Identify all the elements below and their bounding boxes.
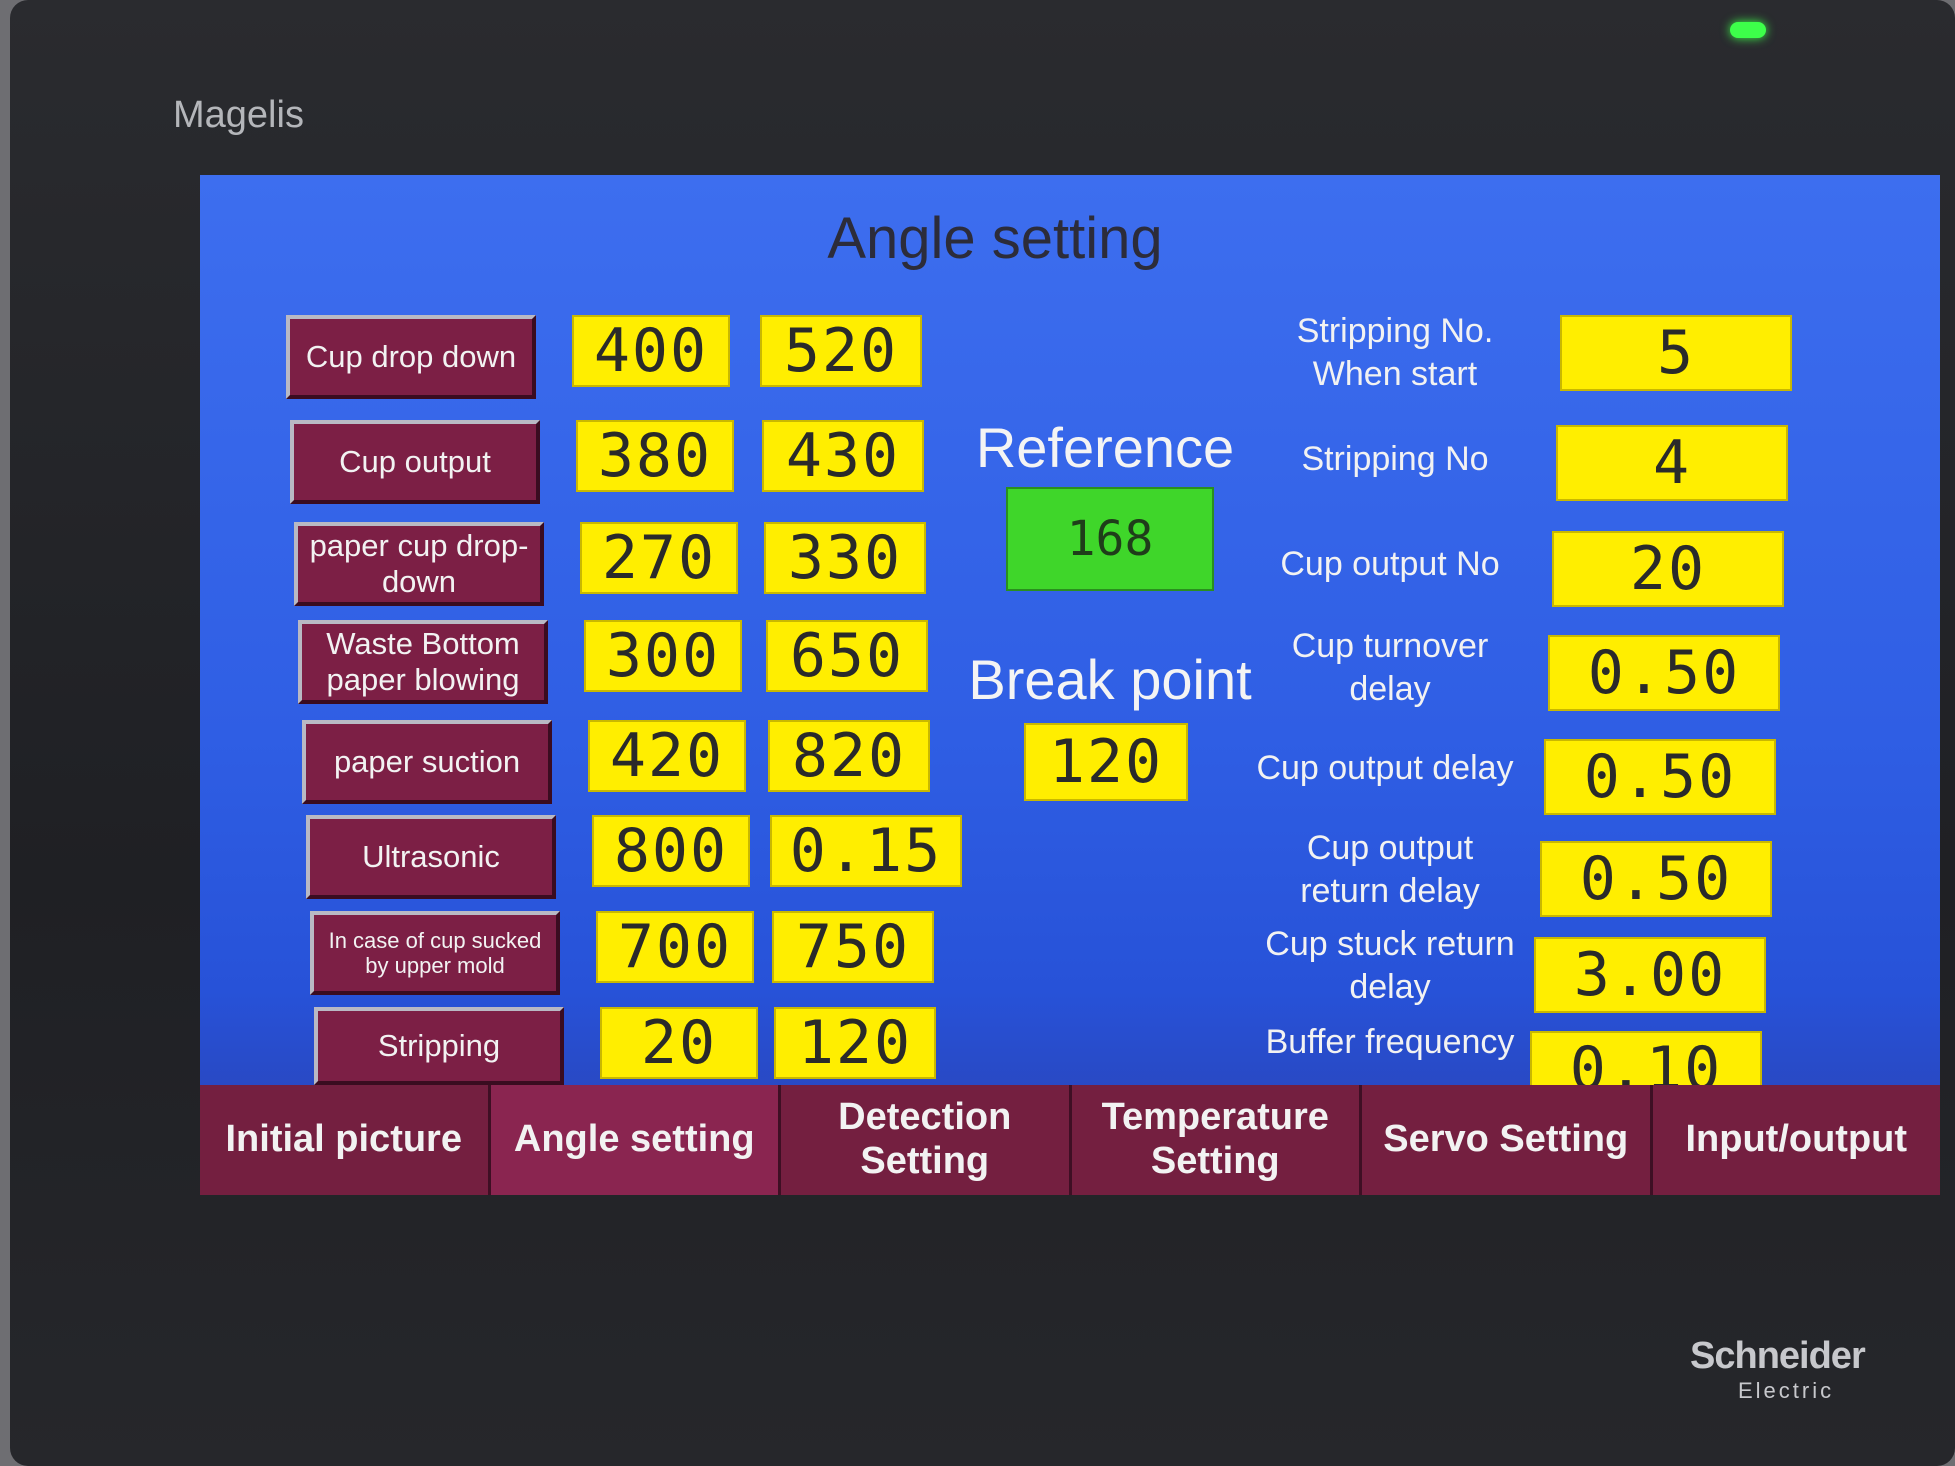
tab-servo-setting[interactable]: Servo Setting (1362, 1085, 1653, 1195)
param-label: Cup output No (1280, 545, 1500, 583)
brand-schneider: Schneider (1690, 1335, 1866, 1377)
row-start-angle-input[interactable]: 300 (584, 620, 742, 692)
row-end-angle-input[interactable]: 430 (762, 420, 924, 492)
tab-detection-setting[interactable]: Detection Setting (781, 1085, 1072, 1195)
row-start-angle-input[interactable]: 380 (576, 420, 734, 492)
param-label: Cup turnover delay (1291, 627, 1489, 708)
param-label: Cup output return delay (1300, 829, 1480, 910)
row-end-angle-input[interactable]: 520 (760, 315, 922, 387)
row-start-angle-input[interactable]: 420 (588, 720, 746, 792)
row-button-ultrasonic[interactable]: Ultrasonic (306, 815, 556, 899)
tab-angle-setting[interactable]: Angle setting (490, 1085, 781, 1195)
reference-label: Reference (975, 416, 1235, 479)
hmi-screen: Angle setting Cup drop down 400 520 Cup … (200, 175, 1940, 1195)
param-label: Stripping No (1301, 440, 1489, 478)
row-end-angle-input[interactable]: 0.15 (770, 815, 962, 887)
status-led (1730, 22, 1766, 38)
param-label: Stripping No. When start (1296, 312, 1494, 393)
brand-electric: Electric (1738, 1378, 1835, 1403)
row-button-stripping[interactable]: Stripping (314, 1007, 564, 1085)
break-point-input[interactable]: 120 (1024, 723, 1188, 801)
param-stripping-no-input[interactable]: 4 (1556, 425, 1788, 501)
param-label: Buffer frequency (1265, 1023, 1515, 1061)
nav-tab-bar: Initial picture Angle setting Detection … (200, 1085, 1940, 1195)
row-end-angle-input[interactable]: 120 (774, 1007, 936, 1079)
brand-magelis: Magelis (173, 94, 304, 136)
row-start-angle-input[interactable]: 800 (592, 815, 750, 887)
row-button-waste-bottom-paper-blowing[interactable]: Waste Bottom paper blowing (298, 620, 548, 704)
row-end-angle-input[interactable]: 750 (772, 911, 934, 983)
row-start-angle-input[interactable]: 270 (580, 522, 738, 594)
row-button-paper-cup-drop-down[interactable]: paper cup drop-down (294, 522, 544, 606)
param-label: Cup output delay (1256, 749, 1514, 787)
row-button-cup-sucked-by-upper-mold[interactable]: In case of cup sucked by upper mold (310, 911, 560, 995)
tab-temperature-setting[interactable]: Temperature Setting (1071, 1085, 1362, 1195)
param-cup-stuck-return-delay-input[interactable]: 3.00 (1534, 937, 1766, 1013)
param-stripping-when-start-input[interactable]: 5 (1560, 315, 1792, 391)
row-button-paper-suction[interactable]: paper suction (302, 720, 552, 804)
row-end-angle-input[interactable]: 650 (766, 620, 928, 692)
reference-value: 168 (1006, 487, 1214, 591)
tab-input-output[interactable]: Input/output (1652, 1085, 1940, 1195)
param-cup-output-no-input[interactable]: 20 (1552, 531, 1784, 607)
param-cup-output-delay-input[interactable]: 0.50 (1544, 739, 1776, 815)
row-button-cup-drop-down[interactable]: Cup drop down (286, 315, 536, 399)
row-start-angle-input[interactable]: 400 (572, 315, 730, 387)
row-start-angle-input[interactable]: 700 (596, 911, 754, 983)
row-end-angle-input[interactable]: 820 (768, 720, 930, 792)
page-title: Angle setting (827, 206, 1163, 271)
row-start-angle-input[interactable]: 20 (600, 1007, 758, 1079)
param-label: Cup stuck return delay (1265, 925, 1515, 1006)
row-end-angle-input[interactable]: 330 (764, 522, 926, 594)
break-point-label: Break point (968, 648, 1252, 711)
param-cup-turnover-delay-input[interactable]: 0.50 (1548, 635, 1780, 711)
row-button-cup-output[interactable]: Cup output (290, 420, 540, 504)
param-cup-output-return-delay-input[interactable]: 0.50 (1540, 841, 1772, 917)
tab-initial-picture[interactable]: Initial picture (200, 1085, 491, 1195)
